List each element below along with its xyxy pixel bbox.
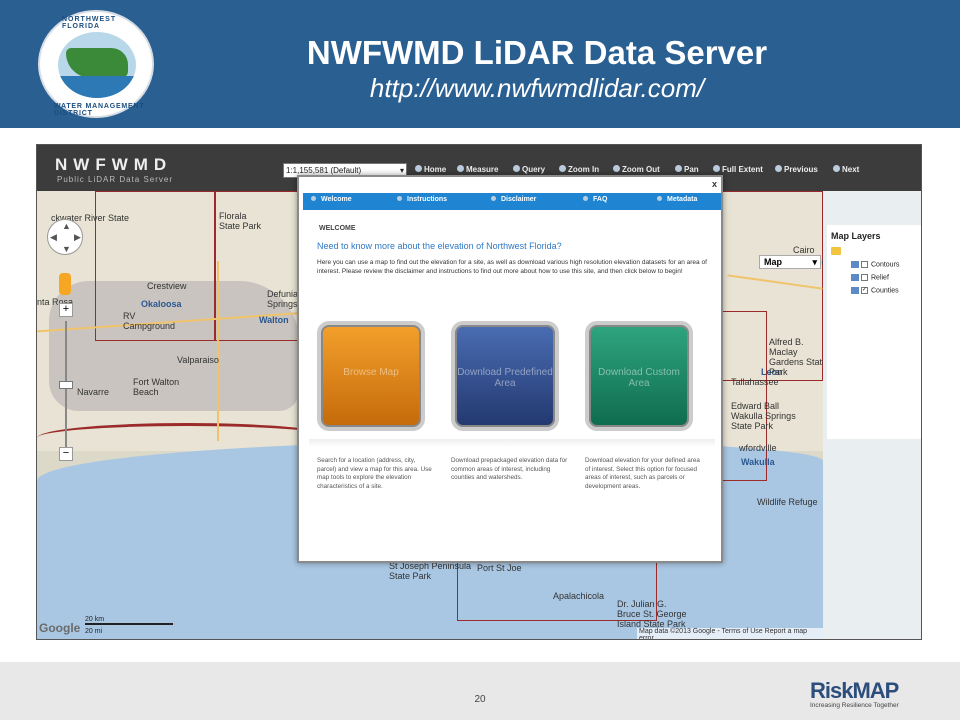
query-icon xyxy=(513,165,520,172)
forward-arrow-icon xyxy=(833,165,840,172)
layer-item-contours[interactable]: Contours xyxy=(851,261,899,268)
folder-icon[interactable] xyxy=(831,247,841,255)
tab-welcome[interactable]: Welcome xyxy=(311,196,352,203)
map-label: Florala State Park xyxy=(219,211,262,231)
nwfwmd-logo: NORTHWEST FLORIDA WATER MANAGEMENT DISTR… xyxy=(38,10,154,118)
query-tool[interactable]: Query xyxy=(513,165,545,174)
home-tool[interactable]: Home xyxy=(415,165,446,174)
layer-checkbox[interactable] xyxy=(861,261,868,268)
layer-icon xyxy=(851,274,859,281)
tab-faq[interactable]: FAQ xyxy=(583,196,607,203)
dialog-intro: Here you can use a map to find out the e… xyxy=(317,259,707,275)
layer-checkbox[interactable]: ✓ xyxy=(861,287,868,294)
slide-subtitle: http://www.nwfwmdlidar.com/ xyxy=(369,73,705,103)
dialog-tabs: Welcome Instructions Disclaimer FAQ Meta… xyxy=(303,193,721,210)
pan-right-icon[interactable]: ▶ xyxy=(74,232,81,243)
download-custom-button[interactable]: Download Custom Area xyxy=(585,321,693,431)
map-attribution: Map data ©2013 Google - Terms of Use Rep… xyxy=(637,628,823,639)
download-custom-description: Download elevation for your defined area… xyxy=(585,457,700,490)
welcome-dialog: x Welcome Instructions Disclaimer FAQ Me… xyxy=(297,175,723,563)
previous-tool[interactable]: Previous xyxy=(775,165,818,174)
layer-icon xyxy=(851,261,859,268)
map-layers-title: Map Layers xyxy=(831,231,881,241)
map-label: RV Campground xyxy=(123,311,176,331)
map-label: Okaloosa xyxy=(141,299,182,309)
pan-up-icon[interactable]: ▲ xyxy=(62,221,71,231)
pan-control[interactable]: ▲ ▼ ◀ ▶ xyxy=(47,219,83,255)
map-label: Tallahassee xyxy=(731,377,779,387)
layer-item-counties[interactable]: ✓ Counties xyxy=(851,287,899,294)
slide-title: NWFWMD LiDAR Data Server xyxy=(306,34,768,71)
measure-icon xyxy=(457,165,464,172)
back-arrow-icon xyxy=(775,165,782,172)
dialog-question: Need to know more about the elevation of… xyxy=(317,241,562,251)
map-label: Navarre xyxy=(77,387,110,397)
map-label: wfordville xyxy=(739,443,777,453)
map-label: Alfred B. Maclay Gardens State Park xyxy=(769,337,823,377)
map-scale-mi: 20 mi xyxy=(85,628,103,635)
close-icon[interactable]: x xyxy=(712,179,717,189)
zoom-in-button[interactable]: + xyxy=(59,303,73,317)
map-label: Wildlife Refuge xyxy=(757,497,818,507)
riskmap-tagline: Increasing Resilience Together xyxy=(810,702,899,709)
globe-icon xyxy=(713,165,720,172)
download-predefined-description: Download prepackaged elevation data for … xyxy=(451,457,568,481)
map-label: Walton xyxy=(259,315,289,325)
app-brand-sub: Public LiDAR Data Server xyxy=(57,175,174,184)
tab-disclaimer[interactable]: Disclaimer xyxy=(491,196,536,203)
map-label: Fort Walton Beach xyxy=(133,377,180,397)
pan-tool[interactable]: Pan xyxy=(675,165,699,174)
layer-item-relief[interactable]: Relief xyxy=(851,274,889,281)
pan-icon xyxy=(675,165,682,172)
home-icon xyxy=(415,165,422,172)
zoom-in-icon xyxy=(559,165,566,172)
tab-metadata[interactable]: Metadata xyxy=(657,196,697,203)
pan-left-icon[interactable]: ◀ xyxy=(50,232,57,243)
map-scale-bar xyxy=(85,623,173,625)
riskmap-logo: RiskMAP xyxy=(810,678,899,703)
pan-down-icon[interactable]: ▼ xyxy=(62,244,71,254)
page-number: 20 xyxy=(474,694,486,705)
zoom-out-button[interactable]: − xyxy=(59,447,73,461)
map-label: Wakulla xyxy=(741,457,775,467)
map-label: Apalachicola xyxy=(553,591,605,601)
map-label: Dr. Julian G. Bruce St. George Island St… xyxy=(617,599,687,629)
zoom-out-tool[interactable]: Zoom Out xyxy=(613,165,660,174)
zoom-in-tool[interactable]: Zoom In xyxy=(559,165,599,174)
street-view-pegman-icon[interactable] xyxy=(59,273,71,295)
layer-checkbox[interactable] xyxy=(861,274,868,281)
map-label: Cairo xyxy=(793,245,815,255)
map-layers-panel: Map Layers Contours Relief ✓ Counties xyxy=(827,225,921,439)
full-extent-tool[interactable]: Full Extent xyxy=(713,165,763,174)
download-predefined-button[interactable]: Download Predefined Area xyxy=(451,321,559,431)
measure-tool[interactable]: Measure xyxy=(457,165,498,174)
map-label: Crestview xyxy=(147,281,187,291)
map-label: Port St Joe xyxy=(477,563,522,573)
zoom-slider-handle[interactable] xyxy=(59,381,73,389)
map-label: St Joseph Peninsula State Park xyxy=(389,561,472,581)
tab-instructions[interactable]: Instructions xyxy=(397,196,447,203)
zoom-out-icon xyxy=(613,165,620,172)
layer-icon xyxy=(851,287,859,294)
map-type-select[interactable]: Map xyxy=(759,255,821,269)
google-logo: Google xyxy=(39,621,81,635)
slide-header: NORTHWEST FLORIDA WATER MANAGEMENT DISTR… xyxy=(0,0,960,128)
logo-top-text: NORTHWEST FLORIDA xyxy=(62,16,117,30)
browse-map-description: Search for a location (address, city, pa… xyxy=(317,457,432,490)
welcome-heading: WELCOME xyxy=(319,225,356,232)
map-label: Valparaiso xyxy=(177,355,219,365)
browse-map-button[interactable]: Browse Map xyxy=(317,321,425,431)
app-brand: NWFWMD xyxy=(55,155,173,174)
logo-bottom-text: WATER MANAGEMENT DISTRICT xyxy=(54,103,145,117)
map-label: Edward Ball Wakulla Springs State Park xyxy=(731,401,796,431)
app-screenshot: NWFWMD Public LiDAR Data Server 1:1,155,… xyxy=(36,144,922,640)
next-tool[interactable]: Next xyxy=(833,165,859,174)
